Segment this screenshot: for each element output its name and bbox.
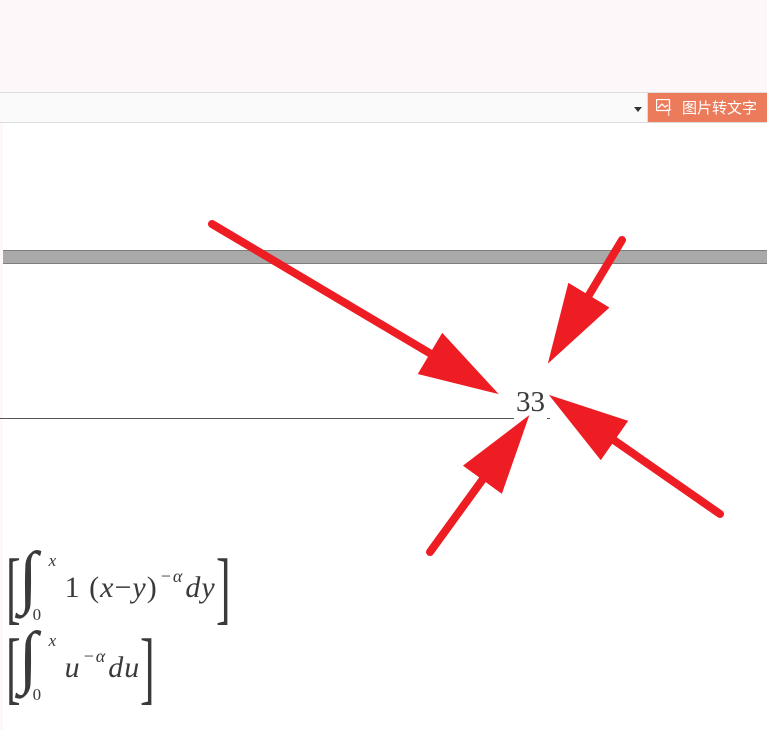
toolbar-dropdown[interactable] (629, 93, 647, 122)
integral-2: ∫ x 0 (19, 633, 59, 703)
page-number: 33 (514, 386, 547, 419)
image-to-text-button[interactable]: T 图片转文字 (647, 93, 767, 122)
formula-body: u −α du (65, 651, 141, 685)
formula-body: 1 ( x − y ) −α dy (65, 571, 216, 605)
image-to-text-icon: T (656, 99, 676, 117)
svg-text:T: T (666, 108, 672, 117)
formula-block: [ ∫ x 0 1 ( x − y ) −α dy ] [ ∫ x 0 u −α… (0, 550, 236, 710)
top-blank-strip (3, 0, 767, 92)
integral-lower: 0 (33, 685, 42, 705)
formula-2: [ ∫ x 0 u −α du ] (0, 630, 236, 706)
toolbar-spacer (0, 93, 629, 122)
page-gap (3, 250, 767, 264)
toolbar: T 图片转文字 (0, 92, 767, 123)
exponent: −α (160, 566, 184, 587)
right-bracket-icon: ] (140, 633, 155, 703)
exponent: −α (83, 646, 107, 667)
integral-upper: x (49, 631, 57, 651)
integral-upper: x (49, 551, 57, 571)
chevron-down-icon (634, 99, 642, 117)
image-to-text-label: 图片转文字 (682, 97, 757, 118)
page-rule-line (0, 418, 550, 419)
right-bracket-icon: ] (216, 553, 231, 623)
